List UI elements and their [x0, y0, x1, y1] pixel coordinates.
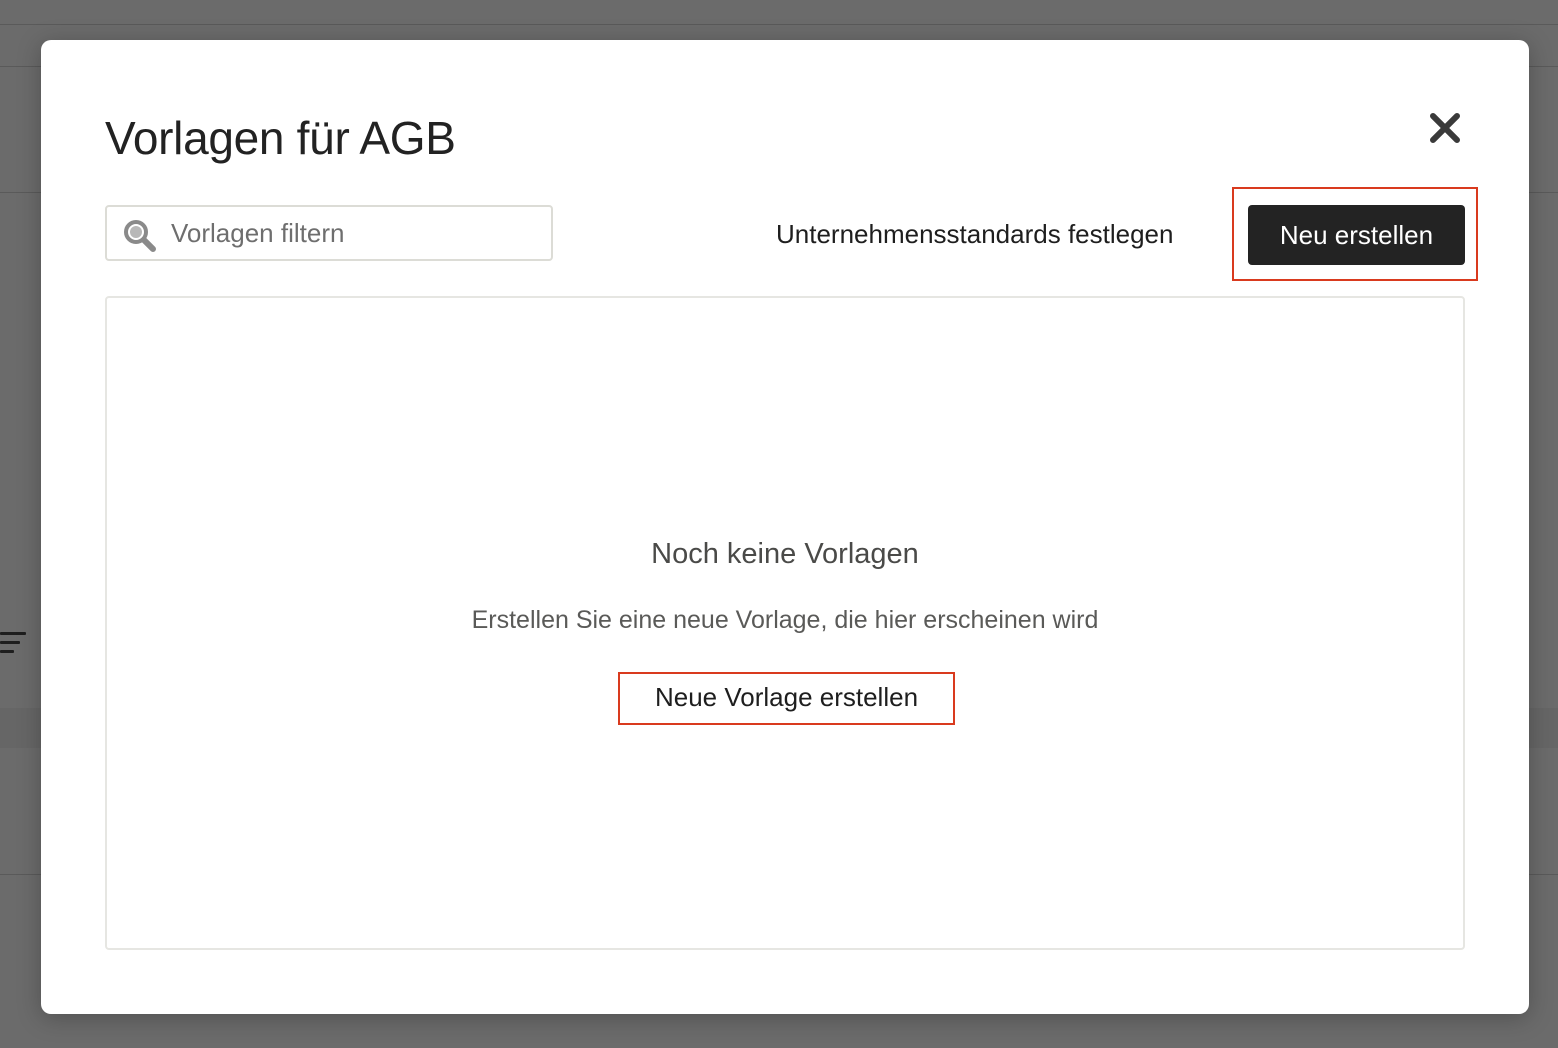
set-company-standards-link[interactable]: Unternehmensstandards festlegen	[776, 216, 1173, 252]
menu-icon	[0, 632, 26, 654]
templates-list-panel: Noch keine Vorlagen Erstellen Sie eine n…	[105, 296, 1465, 950]
background-divider	[0, 24, 1558, 25]
close-button[interactable]	[1423, 106, 1467, 150]
modal-title: Vorlagen für AGB	[105, 112, 456, 164]
close-icon	[1430, 113, 1460, 143]
empty-state-description: Erstellen Sie eine neue Vorlage, die hie…	[471, 606, 1099, 634]
empty-state-title: Noch keine Vorlagen	[651, 538, 919, 570]
create-new-button[interactable]: Neu erstellen	[1248, 205, 1465, 265]
search-input[interactable]	[171, 215, 541, 251]
search-icon	[124, 220, 156, 252]
search-box	[105, 205, 553, 261]
create-new-template-link[interactable]: Neue Vorlage erstellen	[618, 680, 955, 714]
templates-modal: Vorlagen für AGB Unternehmensstandards f…	[41, 40, 1529, 1014]
